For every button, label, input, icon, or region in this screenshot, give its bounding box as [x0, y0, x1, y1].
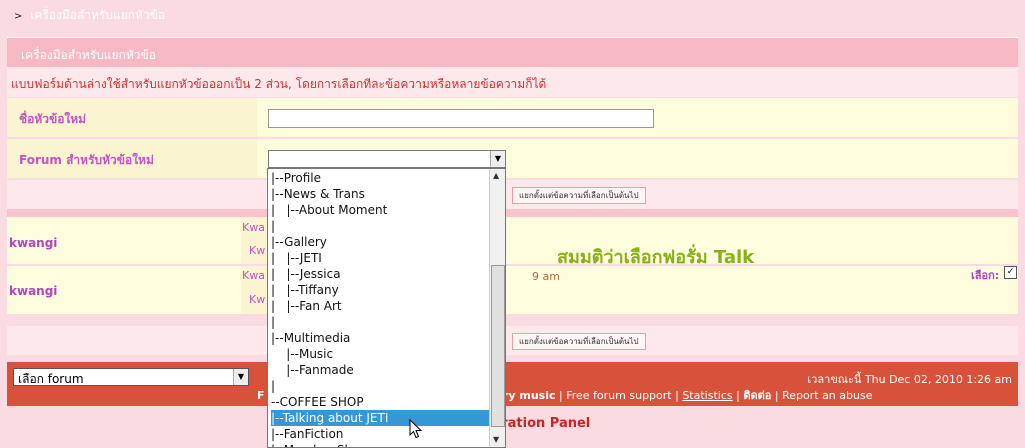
scroll-thumb[interactable] [491, 265, 505, 427]
forum-select[interactable]: ▼ [268, 150, 506, 168]
split-button-row: แยกตั้งแต่ข้อความที่เลือกเป็นต้นไป [7, 180, 1018, 209]
dropdown-option[interactable]: |--Multimedia [271, 330, 350, 346]
dropdown-option[interactable]: | |--Fan Art [271, 298, 342, 314]
panel-header: เครื่องมือสำหรับแยกหัวข้อ [7, 37, 1018, 67]
admin-panel-link[interactable]: tration Panel [495, 416, 590, 431]
dropdown-option[interactable]: |--Fanmade [271, 362, 354, 378]
dropdown-option[interactable]: | [271, 314, 275, 330]
dropdown-option[interactable]: |--Member Sh [271, 442, 352, 447]
select-checkbox[interactable]: ✓ [1004, 266, 1017, 279]
forum-label-cell: Forum สำหรับหัวข้อใหม่ [7, 139, 257, 178]
post-row: kwangi Kwa Kw สมมติว่าเลือกฟอรั่ม Talk [7, 217, 1018, 268]
breadcrumb: > เครื่องมือสำหรับแยกหัวข้อ [14, 6, 165, 25]
panel-description-row: แบบฟอร์มด้านล่างใช้สำหรับแยกหัวข้อออกเป็… [7, 67, 1018, 97]
post-meta-1: Kwa [242, 221, 265, 234]
new-topic-row: ชื่อหัวข้อใหม่ [7, 98, 1018, 137]
footer: เลือก forum ▼ เวลาขณะนี้ Thu Dec 02, 201… [7, 362, 1018, 406]
footer-sep: | [774, 389, 779, 402]
panel-description: แบบฟอร์มด้านล่างใช้สำหรับแยกหัวข้อออกเป็… [11, 77, 547, 91]
post-author[interactable]: kwangi [9, 236, 57, 250]
new-topic-label-cell: ชื่อหัวข้อใหม่ [7, 98, 257, 137]
dropdown-option[interactable]: | |--About Moment [271, 202, 387, 218]
dropdown-scrollbar[interactable]: ▲ ▼ [489, 169, 505, 447]
chevron-down-icon[interactable]: ▼ [233, 369, 248, 385]
forum-label: Forum สำหรับหัวข้อใหม่ [19, 153, 154, 167]
dropdown-option[interactable]: | [271, 218, 275, 234]
jump-forum-value: เลือก forum [18, 372, 84, 386]
divider [7, 209, 1018, 217]
footer-link-support[interactable]: Free forum support [566, 389, 671, 402]
breadcrumb-link[interactable]: เครื่องมือสำหรับแยกหัวข้อ [30, 8, 165, 22]
new-topic-label: ชื่อหัวข้อใหม่ [19, 112, 87, 126]
post-time: 9 am [532, 270, 560, 283]
post-author[interactable]: kwangi [9, 284, 57, 298]
dropdown-option[interactable]: |--News & Trans [271, 186, 365, 202]
footer-link-partial[interactable]: F [257, 389, 265, 402]
footer-sep: | [736, 389, 740, 402]
dropdown-option[interactable]: |--FanFiction [271, 426, 343, 442]
forum-row: Forum สำหรับหัวข้อใหม่ ▼ [7, 139, 1018, 178]
post-row: kwangi Kwa Kw 9 am เลือก: ✓ [7, 266, 1018, 314]
dropdown-option[interactable]: | [271, 378, 275, 394]
select-label: เลือก: [971, 269, 1000, 282]
scroll-up-icon[interactable]: ▲ [493, 171, 499, 180]
dropdown-option[interactable]: | |--JETI [271, 250, 322, 266]
dropdown-option[interactable]: |--Talking about JETI [271, 410, 489, 426]
post-meta-2: Kw [249, 244, 266, 257]
split-button[interactable]: แยกตั้งแต่ข้อความที่เลือกเป็นต้นไป [512, 187, 646, 204]
post-meta-2: Kw [249, 293, 266, 306]
mouse-cursor-icon [409, 419, 423, 439]
panel-title: เครื่องมือสำหรับแยกหัวข้อ [21, 48, 156, 62]
dropdown-option[interactable]: | |--Tiffany [271, 282, 339, 298]
forum-dropdown-list[interactable]: |--Profile |--News & Trans | |--About Mome… [267, 168, 506, 448]
dropdown-option[interactable]: |--Gallery [271, 234, 327, 250]
split-button-row: แยกตั้งแต่ข้อความที่เลือกเป็นต้นไป [7, 326, 1018, 355]
footer-sep: | [559, 389, 563, 402]
jump-forum-select[interactable]: เลือก forum ▼ [13, 368, 249, 386]
dropdown-option[interactable]: | |--Jessica [271, 266, 341, 282]
breadcrumb-arrow-icon: > [14, 11, 23, 22]
dropdown-option[interactable]: |--Music [271, 346, 333, 362]
chevron-down-icon[interactable]: ▼ [490, 151, 505, 167]
footer-link-contact[interactable]: ติดต่อ [743, 389, 771, 402]
post-meta-1: Kwa [242, 269, 265, 282]
dropdown-option[interactable]: --COFFEE SHOP [271, 394, 364, 410]
split-button[interactable]: แยกตั้งแต่ข้อความที่เลือกเป็นต้นไป [512, 333, 646, 350]
scroll-down-icon[interactable]: ▼ [493, 435, 499, 444]
new-topic-input[interactable] [268, 109, 654, 128]
dropdown-option[interactable]: |--Profile [271, 170, 321, 186]
footer-link-report[interactable]: Report an abuse [782, 389, 872, 402]
footer-link-statistics[interactable]: Statistics [682, 389, 732, 402]
footer-sep: | [675, 389, 679, 402]
